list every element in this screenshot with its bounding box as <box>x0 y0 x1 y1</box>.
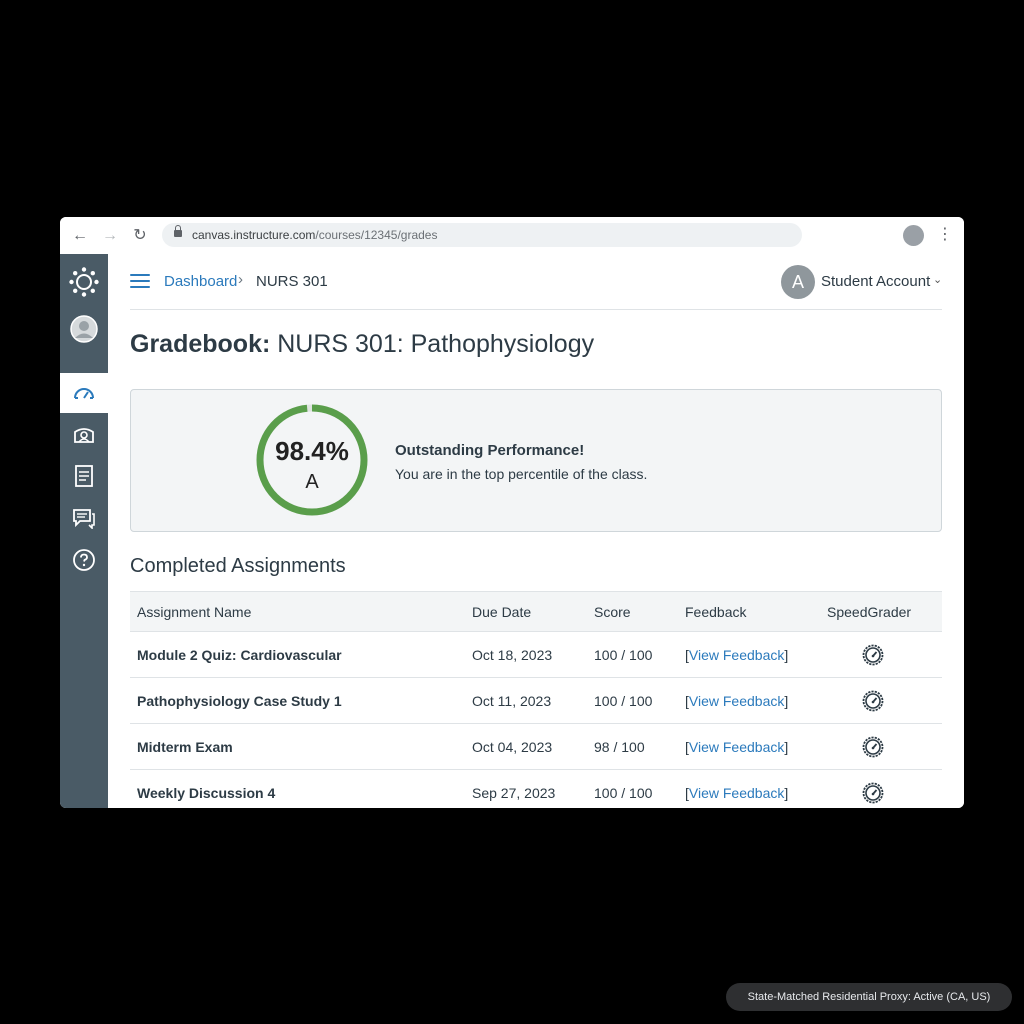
browser-menu-icon[interactable]: ⋮ <box>937 225 953 247</box>
dashboard-icon[interactable] <box>60 373 108 413</box>
view-feedback-link[interactable]: [View Feedback] <box>685 647 788 663</box>
table-row: Midterm Exam Oct 04, 2023 98 / 100 [View Fe… <box>130 724 942 770</box>
grade-percentage: 98.4% <box>275 436 349 466</box>
url-path: /courses/12345/grades <box>315 228 438 242</box>
page-title: Gradebook: NURS 301: Pathophysiology <box>130 330 594 359</box>
view-feedback-link[interactable]: [View Feedback] <box>685 693 788 709</box>
assignment-name[interactable]: Midterm Exam <box>137 739 233 755</box>
menu-icon[interactable] <box>130 274 150 288</box>
view-feedback-link[interactable]: [View Feedback] <box>685 739 788 755</box>
breadcrumb-current: NURS 301 <box>256 273 328 290</box>
assignments-table: Assignment Name Due Date Score Feedback … <box>130 591 942 808</box>
browser-profile-icon[interactable] <box>903 225 924 246</box>
column-header-name[interactable]: Assignment Name <box>137 604 251 620</box>
table-row: Module 2 Quiz: Cardiovascular Oct 18, 202… <box>130 632 942 678</box>
performance-message: You are in the top percentile of the cla… <box>395 466 648 482</box>
address-bar[interactable]: canvas.instructure.com/courses/12345/gra… <box>162 223 802 247</box>
column-header-due[interactable]: Due Date <box>472 604 531 620</box>
assignment-name[interactable]: Weekly Discussion 4 <box>137 785 275 801</box>
performance-headline: Outstanding Performance! <box>395 442 585 459</box>
view-feedback-label: View Feedback <box>688 647 785 663</box>
due-date: Oct 18, 2023 <box>472 647 553 663</box>
browser-window: ← → ↻ canvas.instructure.com/courses/123… <box>60 217 964 808</box>
breadcrumb-dashboard-link[interactable]: Dashboard <box>164 273 237 290</box>
column-header-feedback[interactable]: Feedback <box>685 604 746 620</box>
account-icon[interactable] <box>60 309 108 349</box>
table-body: Module 2 Quiz: Cardiovascular Oct 18, 202… <box>130 632 942 808</box>
back-icon[interactable]: ← <box>69 225 91 247</box>
speedgrader-icon[interactable] <box>861 781 885 805</box>
proxy-status-toast: State-Matched Residential Proxy: Active … <box>726 983 1012 1011</box>
score: 100 / 100 <box>594 785 653 801</box>
score: 100 / 100 <box>594 693 653 709</box>
due-date: Oct 11, 2023 <box>472 693 552 709</box>
letter-grade: A <box>305 471 319 493</box>
view-feedback-label: View Feedback <box>688 739 785 755</box>
due-date: Sep 27, 2023 <box>472 785 556 801</box>
column-header-speedgrader[interactable]: SpeedGrader <box>827 604 911 620</box>
canvas-logo-icon[interactable] <box>60 262 108 302</box>
table-row: Pathophysiology Case Study 1 Oct 11, 2023… <box>130 678 942 724</box>
courses-icon[interactable] <box>60 415 108 455</box>
help-icon[interactable] <box>60 540 108 580</box>
reload-icon[interactable]: ↻ <box>129 225 151 247</box>
speedgrader-icon[interactable] <box>861 735 885 759</box>
speedgrader-icon[interactable] <box>861 689 885 713</box>
url-text: canvas.instructure.com/courses/12345/gra… <box>192 223 437 247</box>
top-navigation: Dashboard › NURS 301 A Student Account ⌄ <box>130 254 942 310</box>
forward-icon[interactable]: → <box>99 225 121 247</box>
table-row: Weekly Discussion 4 Sep 27, 2023 100 / 100… <box>130 770 942 808</box>
view-feedback-link[interactable]: [View Feedback] <box>685 785 788 801</box>
speedgrader-icon[interactable] <box>861 643 885 667</box>
inbox-icon[interactable] <box>60 498 108 538</box>
view-feedback-label: View Feedback <box>688 693 785 709</box>
assignment-name[interactable]: Module 2 Quiz: Cardiovascular <box>137 647 342 663</box>
score: 100 / 100 <box>594 647 653 663</box>
main-content: Dashboard › NURS 301 A Student Account ⌄… <box>108 254 964 808</box>
page-title-course: NURS 301: Pathophysiology <box>277 330 595 358</box>
calendar-icon[interactable] <box>60 456 108 496</box>
avatar[interactable]: A <box>781 265 815 299</box>
column-header-score[interactable]: Score <box>594 604 631 620</box>
grade-summary-card: 98.4% A Outstanding Performance! You are… <box>130 389 942 532</box>
page-title-prefix: Gradebook: <box>130 330 271 358</box>
url-domain: canvas.instructure.com <box>192 228 316 242</box>
due-date: Oct 04, 2023 <box>472 739 553 755</box>
chevron-down-icon[interactable]: ⌄ <box>933 273 942 286</box>
assignment-name[interactable]: Pathophysiology Case Study 1 <box>137 693 342 709</box>
browser-toolbar: ← → ↻ canvas.instructure.com/courses/123… <box>60 217 964 255</box>
table-header: Assignment Name Due Date Score Feedback … <box>130 591 942 632</box>
breadcrumb-separator: › <box>238 271 243 288</box>
score: 98 / 100 <box>594 739 645 755</box>
view-feedback-label: View Feedback <box>688 785 785 801</box>
lock-icon <box>174 225 182 237</box>
global-nav-sidebar <box>60 254 108 808</box>
account-name[interactable]: Student Account <box>821 273 930 290</box>
section-title: Completed Assignments <box>130 555 346 577</box>
